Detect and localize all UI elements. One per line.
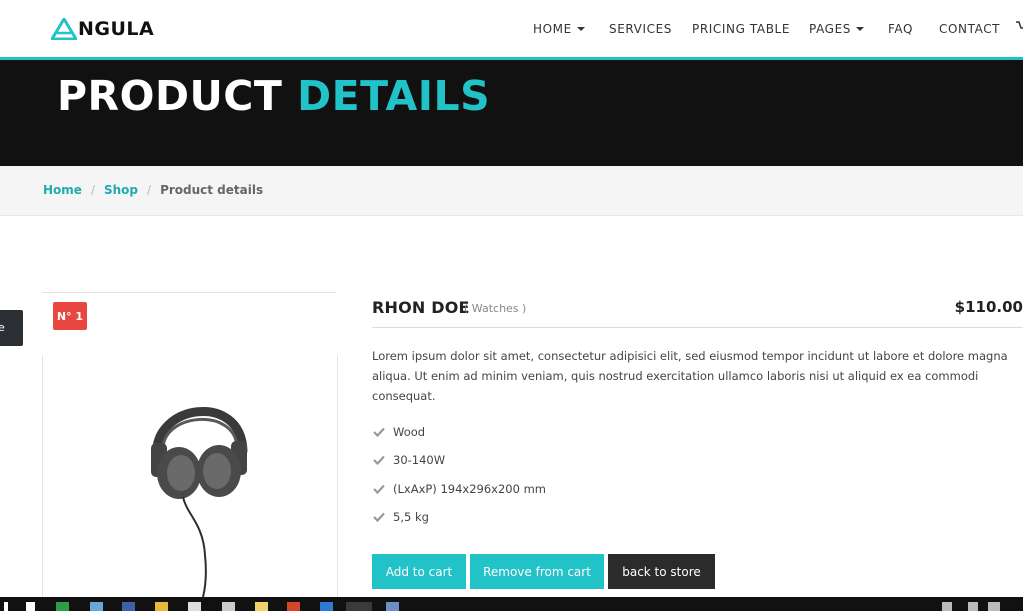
notes-icon[interactable]	[255, 602, 268, 611]
chevron-up-icon[interactable]	[968, 602, 978, 611]
feature-item: 30-140W	[372, 451, 445, 469]
check-icon	[373, 512, 385, 523]
check-icon	[373, 484, 385, 495]
side-panel-tab[interactable]: e	[0, 310, 23, 346]
chrome-icon[interactable]	[346, 602, 372, 611]
breadcrumb-current: Product details	[160, 183, 264, 197]
network-icon[interactable]	[988, 602, 1000, 611]
nav-item-contact[interactable]: CONTACT	[939, 22, 1000, 36]
top-navbar: NGULA HOME SERVICES PRICING TABLE PAGES …	[0, 0, 1023, 58]
nav-label: CONTACT	[939, 22, 1001, 36]
back-to-store-button[interactable]: back to store	[608, 554, 715, 589]
page-title-accent: DETAILS	[297, 72, 491, 120]
nav-label: SERVICES	[609, 22, 673, 36]
rank-badge: N° 1	[53, 302, 87, 330]
logo-a-icon	[51, 18, 77, 40]
page-hero: PRODUCT DETAILS	[0, 60, 1023, 166]
side-tab-label: e	[0, 321, 5, 334]
nav-label: PAGES	[809, 22, 851, 36]
app-icon[interactable]	[386, 602, 399, 611]
page-title-main: PRODUCT	[57, 72, 283, 120]
app-icon[interactable]	[122, 602, 135, 611]
nav-label: FAQ	[888, 22, 914, 36]
nav-item-services[interactable]: SERVICES	[609, 22, 672, 36]
check-icon	[373, 427, 385, 438]
breadcrumb: Home / Shop / Product details	[43, 183, 263, 197]
feature-item: Wood	[372, 423, 425, 441]
calculator-icon[interactable]	[188, 602, 201, 611]
feature-item: 5,5 kg	[372, 508, 429, 526]
feature-label: Wood	[393, 425, 426, 439]
product-description: Lorem ipsum dolor sit amet, consectetur …	[372, 349, 1008, 403]
image-top-divider	[42, 292, 336, 293]
nav-item-faq[interactable]: FAQ	[888, 22, 913, 36]
nav-label: HOME	[533, 22, 572, 36]
add-to-cart-button[interactable]: Add to cart	[372, 554, 466, 589]
feature-label: (LxAxP) 194x296x200 mm	[393, 482, 546, 496]
photos-icon[interactable]	[222, 602, 235, 611]
remove-from-cart-button[interactable]: Remove from cart	[470, 554, 604, 589]
feature-label: 5,5 kg	[393, 510, 429, 524]
feature-item: (LxAxP) 194x296x200 mm	[372, 480, 546, 498]
page-title: PRODUCT DETAILS	[57, 72, 490, 120]
breadcrumb-separator: /	[90, 183, 95, 197]
nav-item-home[interactable]: HOME	[533, 22, 585, 36]
nav-item-pricing-table[interactable]: PRICING TABLE	[692, 22, 790, 36]
folder-icon[interactable]	[155, 602, 168, 611]
breadcrumb-bar: Home / Shop / Product details	[0, 166, 1023, 216]
powerpoint-icon[interactable]	[287, 602, 300, 611]
search-icon[interactable]	[26, 602, 35, 611]
vscode-icon[interactable]	[320, 602, 333, 611]
brand-logo[interactable]: NGULA	[51, 16, 154, 42]
product-category[interactable]: ( Watches )	[464, 302, 526, 315]
os-taskbar	[0, 597, 1023, 611]
start-icon[interactable]	[4, 602, 8, 611]
logo-text: NGULA	[78, 18, 155, 40]
breadcrumb-home-link[interactable]: Home	[43, 183, 82, 197]
caret-down-icon	[855, 27, 864, 31]
nav-label: PRICING TABLE	[692, 22, 791, 36]
caret-down-icon	[576, 27, 585, 31]
check-icon	[373, 455, 385, 466]
cart-icon[interactable]	[1016, 20, 1023, 32]
feature-label: 30-140W	[393, 453, 446, 467]
file-explorer-icon[interactable]	[90, 602, 103, 611]
product-header: RHON DOE ( Watches ) $110.00	[372, 298, 1023, 328]
product-name: RHON DOE	[372, 298, 470, 317]
people-icon[interactable]	[942, 602, 952, 611]
breadcrumb-shop-link[interactable]: Shop	[104, 183, 138, 197]
product-price: $110.00	[954, 298, 1023, 316]
headphones-product-image[interactable]	[143, 385, 253, 597]
nav-item-pages[interactable]: PAGES	[809, 22, 864, 36]
app-icon[interactable]	[56, 602, 69, 611]
breadcrumb-separator: /	[147, 183, 152, 197]
